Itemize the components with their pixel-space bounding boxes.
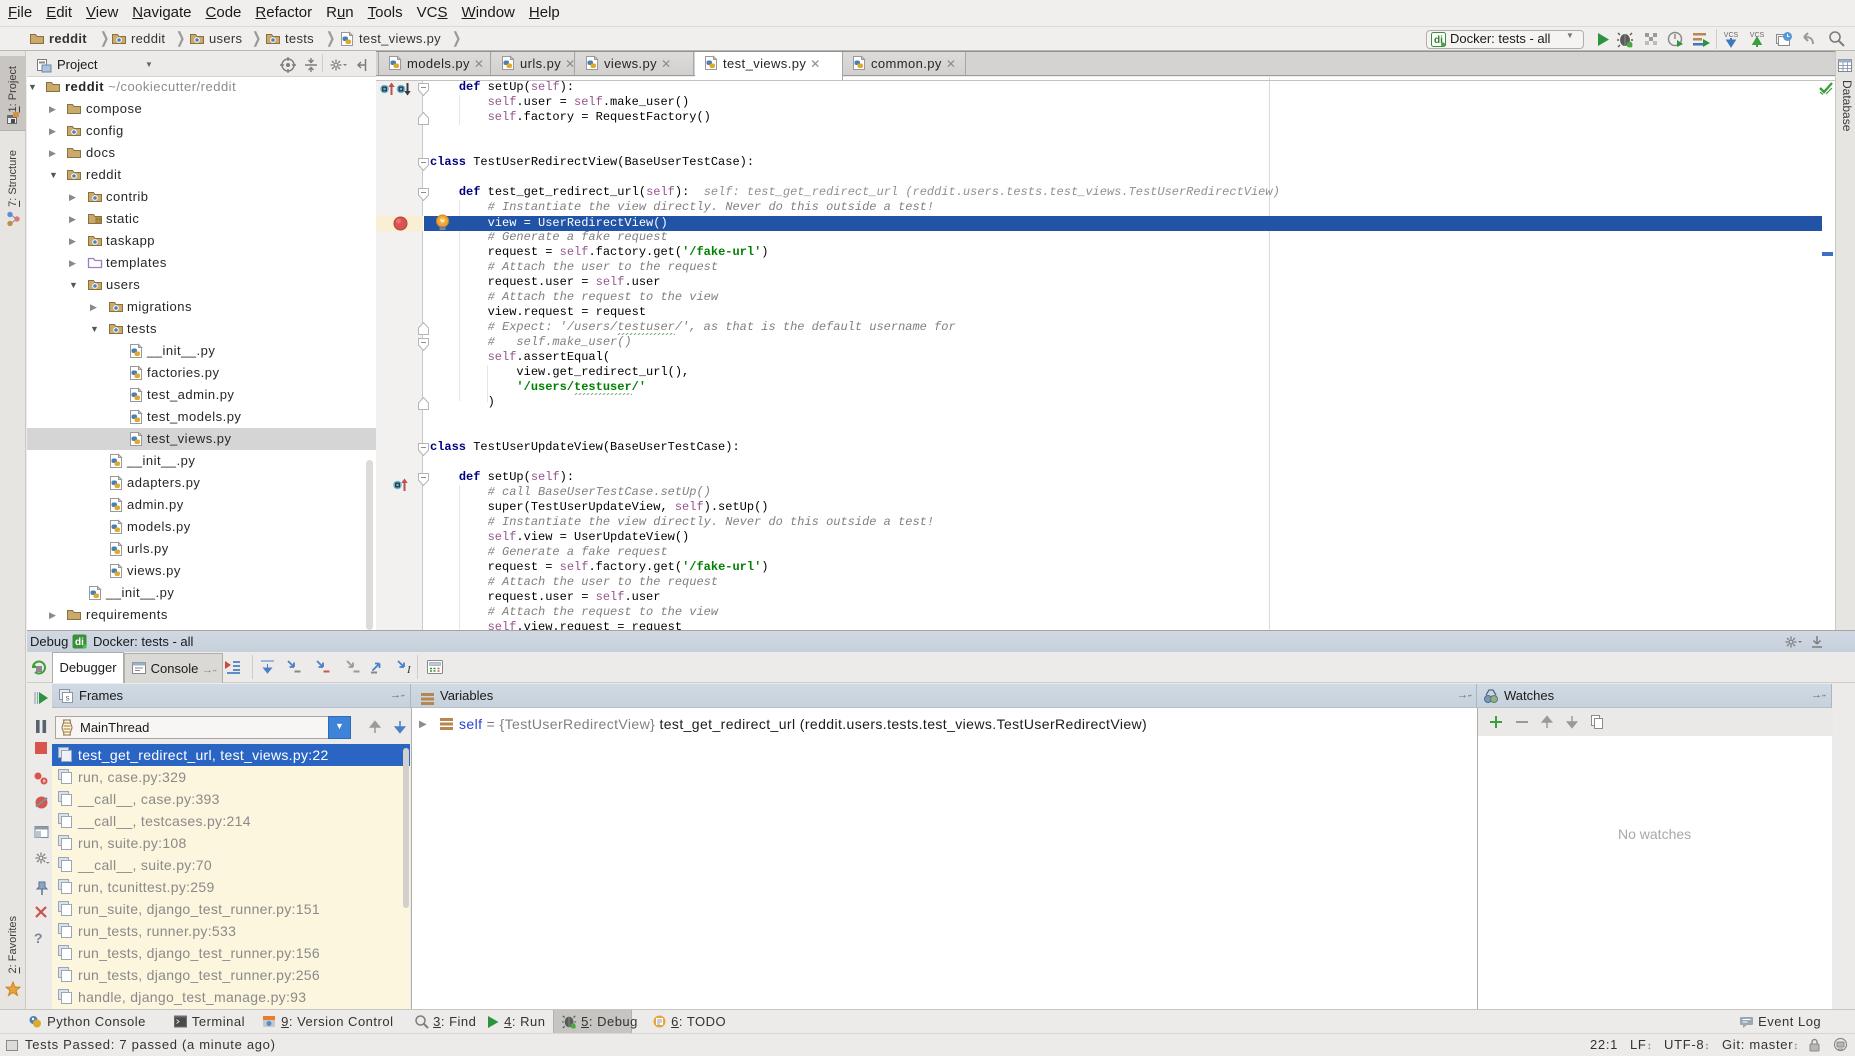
svg-text:s: s [65,695,70,704]
svg-text:I: I [406,664,412,675]
svg-text:VCS: VCS [1724,32,1739,39]
